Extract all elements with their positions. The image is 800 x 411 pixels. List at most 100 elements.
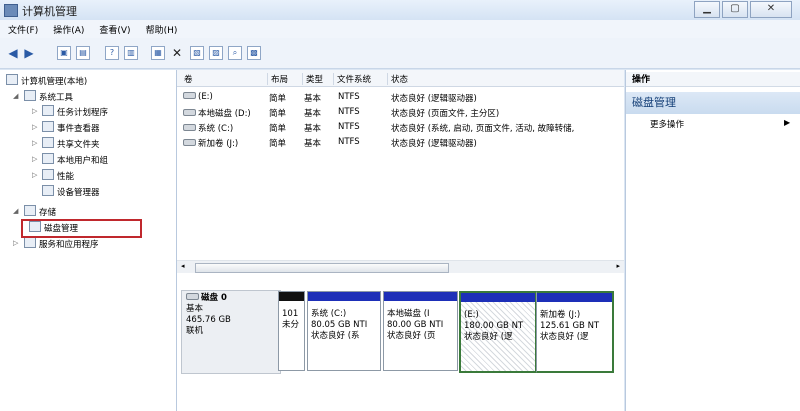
volume-status: 状态良好 (逻辑驱动器)	[391, 94, 477, 104]
tree-storage[interactable]: 存储	[24, 205, 56, 218]
scroll-left-icon[interactable]: ◂	[181, 262, 185, 270]
tree-root[interactable]: 计算机管理(本地)	[6, 74, 87, 87]
up-folder-icon[interactable]: ▣	[57, 46, 71, 60]
volume-fs: NTFS	[338, 122, 360, 132]
tree-task-scheduler[interactable]: 任务计划程序	[42, 105, 108, 118]
performance-icon	[42, 169, 54, 180]
partition-unallocated[interactable]: 101 未分	[278, 291, 305, 371]
menu-bar: 文件(F) 操作(A) 查看(V) 帮助(H)	[0, 20, 800, 38]
scroll-right-icon[interactable]: ▸	[616, 262, 620, 270]
open-folder-icon[interactable]: ▨	[209, 46, 223, 60]
more-actions[interactable]: 更多操作	[650, 118, 684, 130]
partition-status: 未分	[282, 320, 300, 330]
volume-layout: 简单	[269, 94, 287, 104]
volume-type: 基本	[304, 94, 322, 104]
volume-row[interactable]: 本地磁盘 (D:) 简单 基本 NTFS 状态良好 (页面文件, 主分区)	[177, 105, 624, 120]
column-status[interactable]: 状态	[387, 73, 408, 85]
partition-status: 状态良好 (页	[387, 331, 436, 341]
partition-size: 125.61 GB NT	[540, 321, 600, 331]
column-layout[interactable]: 布局	[267, 73, 288, 85]
volume-fs: NTFS	[338, 137, 360, 147]
volume-row[interactable]: (E:) 简单 基本 NTFS 状态良好 (逻辑驱动器)	[177, 90, 624, 105]
partition-j[interactable]: 新加卷 (J:) 125.61 GB NT 状态良好 (逻	[536, 291, 614, 373]
forward-arrow-icon[interactable]: ▶	[22, 46, 36, 60]
properties-icon[interactable]: ▦	[151, 46, 165, 60]
tree-system-tools[interactable]: 系统工具	[24, 90, 73, 103]
volume-fs: NTFS	[338, 107, 360, 117]
menu-help[interactable]: 帮助(H)	[138, 20, 185, 36]
partition-size: 80.05 GB NTI	[311, 320, 368, 330]
menu-action[interactable]: 操作(A)	[45, 20, 91, 36]
minimize-button[interactable]: ▁	[694, 1, 720, 18]
show-hide-tree-icon[interactable]: ▤	[76, 46, 90, 60]
partition-bar	[384, 292, 457, 301]
drive-icon	[183, 124, 196, 131]
column-type[interactable]: 类型	[302, 73, 323, 85]
services-icon	[24, 237, 36, 248]
partition-size: 80.00 GB NTI	[387, 320, 444, 330]
console-tree: 计算机管理(本地) ◢ 系统工具 ▷ 任务计划程序 ▷ 事件查看器 ▷ 共享文件…	[0, 70, 177, 411]
expand-shared-folders-icon[interactable]: ▷	[32, 139, 37, 147]
window-controls: ▁ ▢ ✕	[692, 1, 792, 18]
expand-services-icon[interactable]: ▷	[13, 239, 18, 247]
partition-d[interactable]: 本地磁盘 (I 80.00 GB NTI 状态良好 (页	[383, 291, 458, 371]
volume-status: 状态良好 (系统, 启动, 页面文件, 活动, 故障转储,	[391, 124, 575, 134]
partition-bar	[537, 293, 612, 302]
expand-system-tools-icon[interactable]: ◢	[13, 92, 18, 100]
volume-fs: NTFS	[338, 92, 360, 102]
partition-title: 本地磁盘 (I	[387, 309, 430, 319]
partition-title: 新加卷 (J:)	[540, 310, 581, 320]
column-volume[interactable]: 卷	[181, 73, 193, 85]
refresh-list-icon[interactable]: ▩	[247, 46, 261, 60]
volume-row[interactable]: 新加卷 (J:) 简单 基本 NTFS 状态良好 (逻辑驱动器)	[177, 135, 624, 150]
scroll-thumb[interactable]	[195, 263, 449, 273]
maximize-button[interactable]: ▢	[722, 1, 748, 18]
close-button[interactable]: ✕	[750, 1, 792, 18]
storage-icon	[24, 205, 36, 216]
tree-event-viewer[interactable]: 事件查看器	[42, 121, 100, 134]
export-icon[interactable]: ▧	[190, 46, 204, 60]
back-arrow-icon[interactable]: ◀	[6, 46, 20, 60]
volume-type: 基本	[304, 139, 322, 149]
tree-services[interactable]: 服务和应用程序	[24, 237, 99, 250]
column-filesystem[interactable]: 文件系统	[333, 73, 371, 85]
disk-info[interactable]: 磁盘 0 基本 465.76 GB 联机	[181, 290, 281, 374]
volume-type: 基本	[304, 124, 322, 134]
drive-icon	[183, 109, 196, 116]
menu-file[interactable]: 文件(F)	[0, 20, 45, 36]
disk-name: 磁盘 0	[201, 293, 227, 303]
volume-row[interactable]: 系统 (C:) 简单 基本 NTFS 状态良好 (系统, 启动, 页面文件, 活…	[177, 120, 624, 135]
console-tree-icon[interactable]: ▥	[124, 46, 138, 60]
expand-event-viewer-icon[interactable]: ▷	[32, 123, 37, 131]
column-header: 卷 布局 类型 文件系统 状态	[177, 70, 624, 87]
expand-local-users-icon[interactable]: ▷	[32, 155, 37, 163]
actions-disk-management[interactable]: 磁盘管理	[626, 92, 800, 114]
expand-performance-icon[interactable]: ▷	[32, 171, 37, 179]
volume-name: 本地磁盘 (D:)	[198, 109, 251, 119]
help-icon[interactable]: ?	[105, 46, 119, 60]
search-icon[interactable]: ⌕	[228, 46, 242, 60]
partition-c[interactable]: 系统 (C:) 80.05 GB NTI 状态良好 (系	[307, 291, 381, 371]
expand-task-scheduler-icon[interactable]: ▷	[32, 107, 37, 115]
tree-device-manager[interactable]: 设备管理器	[42, 185, 100, 198]
computer-icon	[6, 74, 18, 85]
computer-management-icon	[4, 4, 18, 17]
tree-shared-folders[interactable]: 共享文件夹	[42, 137, 100, 150]
disk-kind: 基本	[186, 304, 204, 314]
drive-icon	[183, 139, 196, 146]
title-bar: 计算机管理 ▁ ▢ ✕	[0, 0, 800, 21]
delete-icon[interactable]: ✕	[170, 46, 184, 60]
volume-name: (E:)	[198, 92, 213, 102]
horizontal-scrollbar[interactable]: ◂ ▸	[177, 260, 624, 273]
menu-view[interactable]: 查看(V)	[91, 20, 137, 36]
shared-folder-icon	[42, 137, 54, 148]
partition-e[interactable]: (E:) 180.00 GB NT 状态良好 (逻	[459, 291, 537, 373]
tree-local-users[interactable]: 本地用户和组	[42, 153, 108, 166]
volume-layout: 简单	[269, 124, 287, 134]
volume-name: 新加卷 (J:)	[198, 139, 239, 149]
expand-storage-icon[interactable]: ◢	[13, 207, 18, 215]
volume-type: 基本	[304, 109, 322, 119]
more-actions-arrow-icon[interactable]: ▶	[784, 118, 790, 127]
toolbar: ◀ ▶ ▣ ▤ ? ▥ ▦ ✕ ▧ ▨ ⌕ ▩	[0, 38, 800, 69]
tree-performance[interactable]: 性能	[42, 169, 74, 182]
